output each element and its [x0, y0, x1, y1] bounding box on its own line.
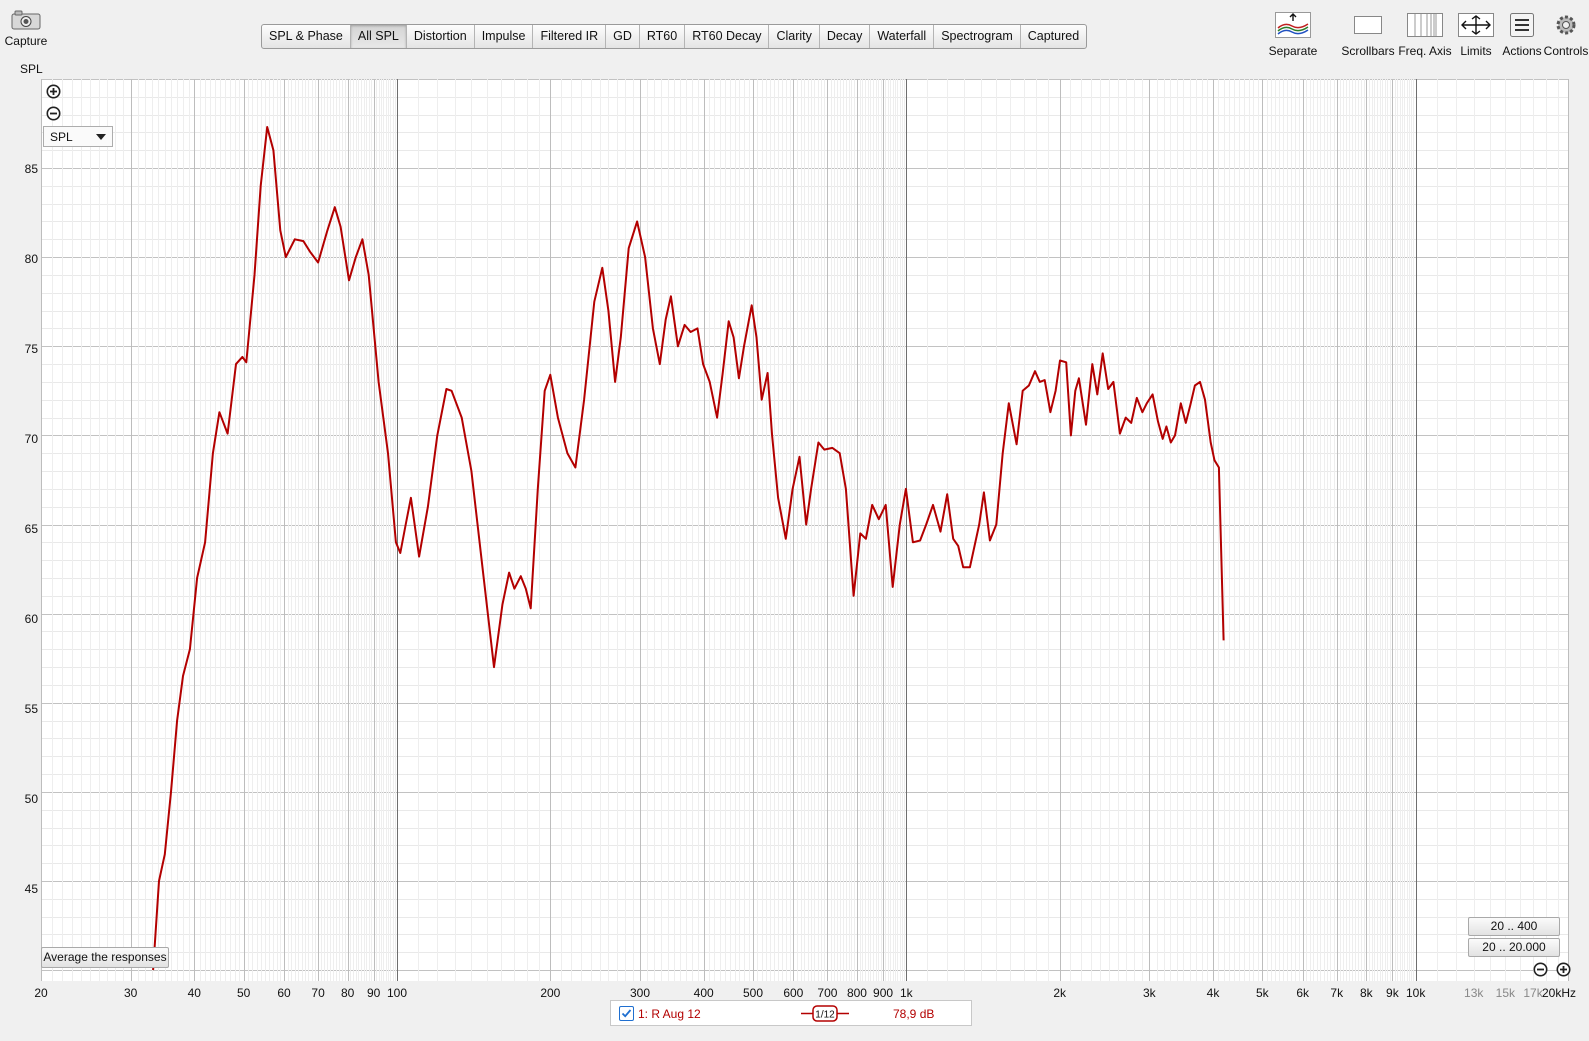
x-tick-label: 5k: [1256, 986, 1269, 1000]
y-tick-label: 45: [24, 882, 38, 896]
tab-impulse[interactable]: Impulse: [475, 25, 534, 48]
y-tick-label: 70: [24, 432, 38, 446]
graph-tabs: SPL & Phase All SPL Distortion Impulse F…: [261, 24, 1088, 49]
x-tick-label: 70: [311, 986, 325, 1000]
spl-series-line: [152, 126, 1225, 971]
x-tick-label: 200: [540, 986, 561, 1000]
tab-decay[interactable]: Decay: [820, 25, 871, 48]
range-20-400-button[interactable]: 20 .. 400: [1468, 917, 1560, 936]
tab-waterfall[interactable]: Waterfall: [870, 25, 935, 48]
x-tick-label: 20kHz: [1541, 986, 1577, 1000]
x-tick-label: 7k: [1330, 986, 1344, 1000]
y-tick-label: 85: [24, 162, 38, 176]
range-20-20000-button[interactable]: 20 .. 20.000: [1468, 938, 1560, 957]
x-tick-label: 300: [630, 986, 651, 1000]
tab-spl-phase[interactable]: SPL & Phase: [262, 25, 351, 48]
separate-label: Separate: [1268, 44, 1318, 58]
x-tick-label: 80: [340, 986, 355, 1000]
zoom-out-icon[interactable]: [46, 106, 61, 121]
x-tick-label: 17k: [1523, 986, 1543, 1000]
freq-axis-icon: [1394, 12, 1456, 38]
controls-button[interactable]: Controls: [1543, 12, 1589, 58]
x-tick-label: 2k: [1053, 986, 1066, 1000]
x-tick-label: 13k: [1464, 986, 1484, 1000]
x-tick-label: 6k: [1296, 986, 1310, 1000]
x-tick-label: 15k: [1495, 986, 1516, 1000]
limits-button[interactable]: Limits: [1452, 12, 1500, 58]
scrollbars-button[interactable]: Scrollbars: [1334, 12, 1402, 58]
freq-axis-label: Freq. Axis: [1398, 44, 1452, 58]
x-tick-label: 90: [367, 986, 381, 1000]
separate-button[interactable]: Separate: [1256, 12, 1330, 58]
x-tick-label: 8k: [1359, 986, 1373, 1000]
y-tick-label: 65: [24, 522, 38, 536]
actions-button[interactable]: Actions: [1497, 12, 1547, 58]
gear-icon: [1543, 12, 1589, 38]
x-tick-label: 100: [386, 986, 408, 1000]
tab-distortion[interactable]: Distortion: [407, 25, 475, 48]
x-tick-label: 4k: [1206, 986, 1220, 1000]
tab-filtered-ir[interactable]: Filtered IR: [533, 25, 607, 48]
x-tick-label: 1k: [899, 986, 913, 1000]
freq-zoom-out-icon[interactable]: [1533, 962, 1548, 977]
x-tick-label: 3k: [1143, 986, 1156, 1000]
freq-zoom-in-icon[interactable]: [1556, 962, 1571, 977]
actions-icon: [1497, 12, 1547, 38]
x-tick-label: 40: [187, 986, 201, 1000]
tab-captured[interactable]: Captured: [1021, 25, 1086, 48]
y-tick-label: 80: [24, 252, 38, 266]
tab-gd[interactable]: GD: [606, 25, 640, 48]
y-tick-label: 50: [24, 792, 38, 806]
scrollbars-label: Scrollbars: [1341, 44, 1395, 58]
trace-name: 1: R Aug 12: [638, 1007, 701, 1021]
separate-icon: [1256, 12, 1330, 38]
tab-rt60[interactable]: RT60: [640, 25, 686, 48]
capture-button[interactable]: Capture: [4, 10, 48, 48]
smoothing-selector[interactable]: 1/12: [801, 1004, 849, 1023]
x-tick-label: 50: [236, 986, 251, 1000]
scrollbars-icon: [1334, 12, 1402, 38]
tab-all-spl[interactable]: All SPL: [350, 25, 407, 48]
x-tick-label: 30: [124, 986, 138, 1000]
x-tick-label: 500: [743, 986, 764, 1000]
spl-graph[interactable]: [41, 79, 1569, 981]
x-tick-label: 20: [34, 986, 48, 1000]
y-axis-selector[interactable]: SPL: [43, 126, 113, 147]
x-tick-label: 700: [817, 986, 838, 1000]
x-tick-label: 900: [873, 986, 894, 1000]
tab-rt60-decay[interactable]: RT60 Decay: [685, 25, 770, 48]
x-tick-label: 10k: [1405, 986, 1426, 1000]
spl-chart-svg: [41, 79, 1569, 981]
zoom-in-icon[interactable]: [46, 84, 61, 99]
smoothing-label: 1/12: [815, 1010, 835, 1021]
x-tick-label: 60: [277, 986, 291, 1000]
x-tick-label: 800: [846, 986, 867, 1000]
x-tick-label: 9k: [1386, 986, 1399, 1000]
y-tick-label: 55: [24, 702, 38, 716]
trace-visibility-checkbox[interactable]: [619, 1006, 634, 1021]
freq-axis-button[interactable]: Freq. Axis: [1394, 12, 1456, 58]
camera-icon: [11, 10, 41, 30]
tab-clarity[interactable]: Clarity: [769, 25, 820, 48]
y-tick-label: 75: [24, 342, 38, 356]
x-tick-label: 400: [693, 986, 714, 1000]
controls-label: Controls: [1543, 44, 1589, 58]
limits-icon: [1452, 12, 1500, 38]
tab-spectrogram[interactable]: Spectrogram: [934, 25, 1021, 48]
chevron-down-icon: [96, 133, 106, 140]
actions-label: Actions: [1502, 44, 1542, 58]
checkmark-icon: [621, 1009, 632, 1018]
trace-legend: 1: R Aug 12 1/12 78,9 dB: [610, 1000, 972, 1026]
capture-label: Capture: [4, 34, 48, 48]
average-responses-button[interactable]: Average the responses: [41, 947, 169, 968]
y-tick-label: 60: [24, 612, 38, 626]
x-tick-label: 600: [783, 986, 804, 1000]
spl-view-label: SPL: [20, 62, 43, 76]
y-axis-selector-value: SPL: [50, 129, 73, 144]
limits-label: Limits: [1460, 44, 1492, 58]
cursor-value: 78,9 dB: [893, 1007, 935, 1021]
